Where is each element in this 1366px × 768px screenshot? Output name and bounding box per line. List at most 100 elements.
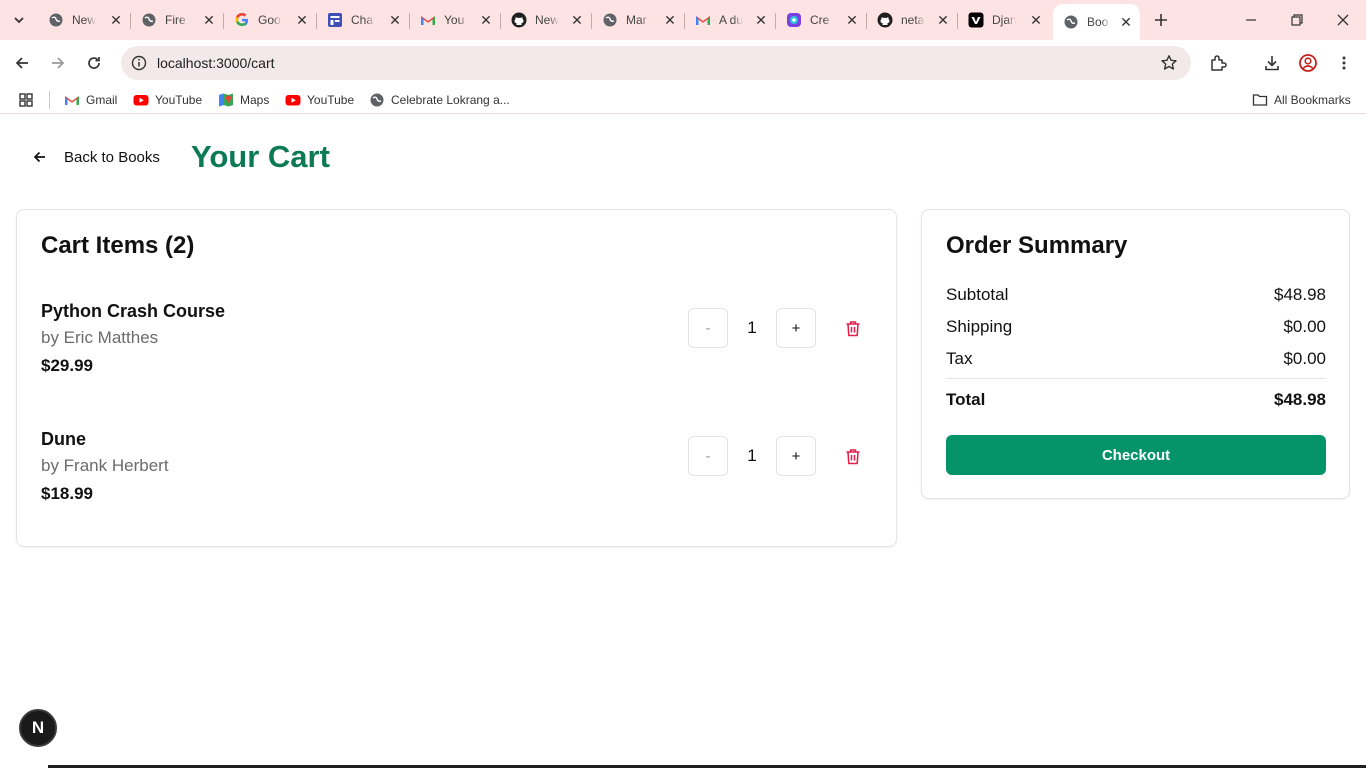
bookmark-star-icon[interactable]: [1159, 53, 1179, 73]
close-icon[interactable]: ✕: [569, 12, 585, 28]
close-icon[interactable]: ✕: [1028, 12, 1044, 28]
bookmark-maps[interactable]: Maps: [218, 91, 269, 109]
browser-toolbar: localhost:3000/cart: [0, 40, 1366, 86]
site-info-icon[interactable]: [129, 53, 149, 73]
bookmark-label: Maps: [240, 93, 270, 107]
minimize-icon: [1246, 19, 1256, 21]
apps-button[interactable]: [18, 91, 40, 109]
menu-button[interactable]: [1330, 50, 1358, 76]
tab-title: You: [444, 13, 465, 27]
profile-icon: [1299, 54, 1317, 72]
bookmark-celebrate[interactable]: Celebrate Lokrang a...: [369, 91, 510, 109]
close-icon[interactable]: ✕: [662, 12, 678, 28]
checkout-button[interactable]: Checkout: [946, 435, 1326, 475]
google-icon: [234, 12, 250, 28]
close-icon[interactable]: ✕: [1118, 14, 1134, 30]
tab-11[interactable]: Djan ✕: [958, 6, 1050, 34]
close-icon[interactable]: ✕: [294, 12, 310, 28]
tab-title: Boo: [1087, 15, 1109, 29]
tab-5[interactable]: You ✕: [410, 6, 500, 34]
extensions-button[interactable]: [1204, 50, 1232, 76]
bookmark-youtube-2[interactable]: YouTube: [285, 91, 354, 109]
all-bookmarks-label: All Bookmarks: [1274, 93, 1351, 107]
url-text[interactable]: localhost:3000/cart: [157, 55, 275, 71]
downloads-button[interactable]: [1258, 50, 1286, 76]
item-quantity: 1: [747, 446, 757, 465]
github-icon: [511, 12, 527, 28]
subtotal-row: Subtotal $48.98: [946, 285, 1326, 307]
tab-1[interactable]: New ✕: [38, 6, 130, 34]
close-icon: [1337, 14, 1349, 26]
back-to-books-label: Back to Books: [64, 148, 160, 166]
tab-2[interactable]: Fire ✕: [131, 6, 223, 34]
increase-quantity-button[interactable]: +: [776, 436, 816, 476]
apps-grid-icon: [18, 92, 34, 108]
tab-title: Goo: [258, 13, 281, 27]
close-icon[interactable]: ✕: [108, 12, 124, 28]
item-price: $29.99: [41, 356, 93, 375]
tab-6[interactable]: New ✕: [501, 6, 591, 34]
bookmark-label: YouTube: [155, 93, 203, 107]
globe-icon: [1063, 14, 1079, 30]
close-icon[interactable]: ✕: [935, 12, 951, 28]
decrease-quantity-button[interactable]: -: [688, 436, 728, 476]
tab-3[interactable]: Goo ✕: [224, 6, 316, 34]
bookmarks-divider: [49, 91, 50, 109]
tab-search-button[interactable]: [6, 8, 32, 32]
order-summary-card: Order Summary Subtotal $48.98 Shipping $…: [921, 209, 1350, 499]
back-to-books-link[interactable]: Back to Books: [30, 146, 160, 168]
close-icon[interactable]: ✕: [478, 12, 494, 28]
close-icon[interactable]: ✕: [753, 12, 769, 28]
cart-item: Dune by Frank Herbert $18.99 - 1 +: [41, 429, 873, 519]
restore-button[interactable]: [1274, 0, 1320, 40]
shipping-value: $0.00: [1283, 317, 1326, 336]
tab-title: Djan: [992, 13, 1016, 27]
increase-quantity-button[interactable]: +: [776, 308, 816, 348]
close-icon[interactable]: ✕: [387, 12, 403, 28]
profile-button[interactable]: [1294, 50, 1322, 76]
close-icon[interactable]: ✕: [844, 12, 860, 28]
tab-10[interactable]: neta ✕: [867, 6, 957, 34]
arrow-right-icon: [52, 57, 65, 69]
puzzle-icon: [1211, 55, 1227, 71]
page-title: Your Cart: [191, 139, 330, 174]
new-tab-button[interactable]: [1149, 8, 1173, 32]
back-button[interactable]: [8, 50, 36, 76]
tab-8[interactable]: A du ✕: [685, 6, 775, 34]
total-row: Total $48.98: [946, 390, 1326, 412]
bookmark-youtube[interactable]: YouTube: [133, 91, 202, 109]
tab-7[interactable]: Mar ✕: [592, 6, 684, 34]
trash-icon[interactable]: [843, 318, 863, 338]
item-author: by Frank Herbert: [41, 456, 169, 475]
close-window-button[interactable]: [1320, 0, 1366, 40]
cart-page: Back to Books Your Cart Cart Items (2) P…: [0, 121, 1366, 768]
tax-label: Tax: [946, 349, 973, 368]
more-vertical-icon: [1342, 56, 1346, 70]
reload-button[interactable]: [80, 50, 108, 76]
tab-title: New: [535, 13, 559, 27]
shipping-row: Shipping $0.00: [946, 317, 1326, 339]
gmail-icon: [695, 12, 711, 28]
maps-icon: [218, 92, 234, 108]
tab-9[interactable]: Cre ✕: [776, 6, 866, 34]
tab-active[interactable]: Boo ✕: [1053, 4, 1140, 40]
tab-title: A du: [719, 13, 743, 27]
trash-icon[interactable]: [843, 446, 863, 466]
tax-row: Tax $0.00: [946, 349, 1326, 371]
decrease-quantity-button[interactable]: -: [688, 308, 728, 348]
minimize-button[interactable]: [1228, 0, 1274, 40]
plus-icon: [1155, 14, 1167, 26]
form-icon: [327, 12, 343, 28]
bookmark-gmail[interactable]: Gmail: [64, 91, 117, 109]
tab-4[interactable]: Cha ✕: [317, 6, 409, 34]
globe-icon: [602, 12, 618, 28]
address-bar[interactable]: localhost:3000/cart: [121, 46, 1191, 80]
forward-button[interactable]: [44, 50, 72, 76]
folder-icon: [1252, 92, 1268, 108]
globe-icon: [48, 12, 64, 28]
tab-title: Fire: [165, 13, 186, 27]
all-bookmarks-button[interactable]: All Bookmarks: [1252, 91, 1351, 109]
nextjs-dev-badge[interactable]: N: [19, 709, 57, 747]
close-icon[interactable]: ✕: [201, 12, 217, 28]
tab-title: Mar: [626, 13, 647, 27]
